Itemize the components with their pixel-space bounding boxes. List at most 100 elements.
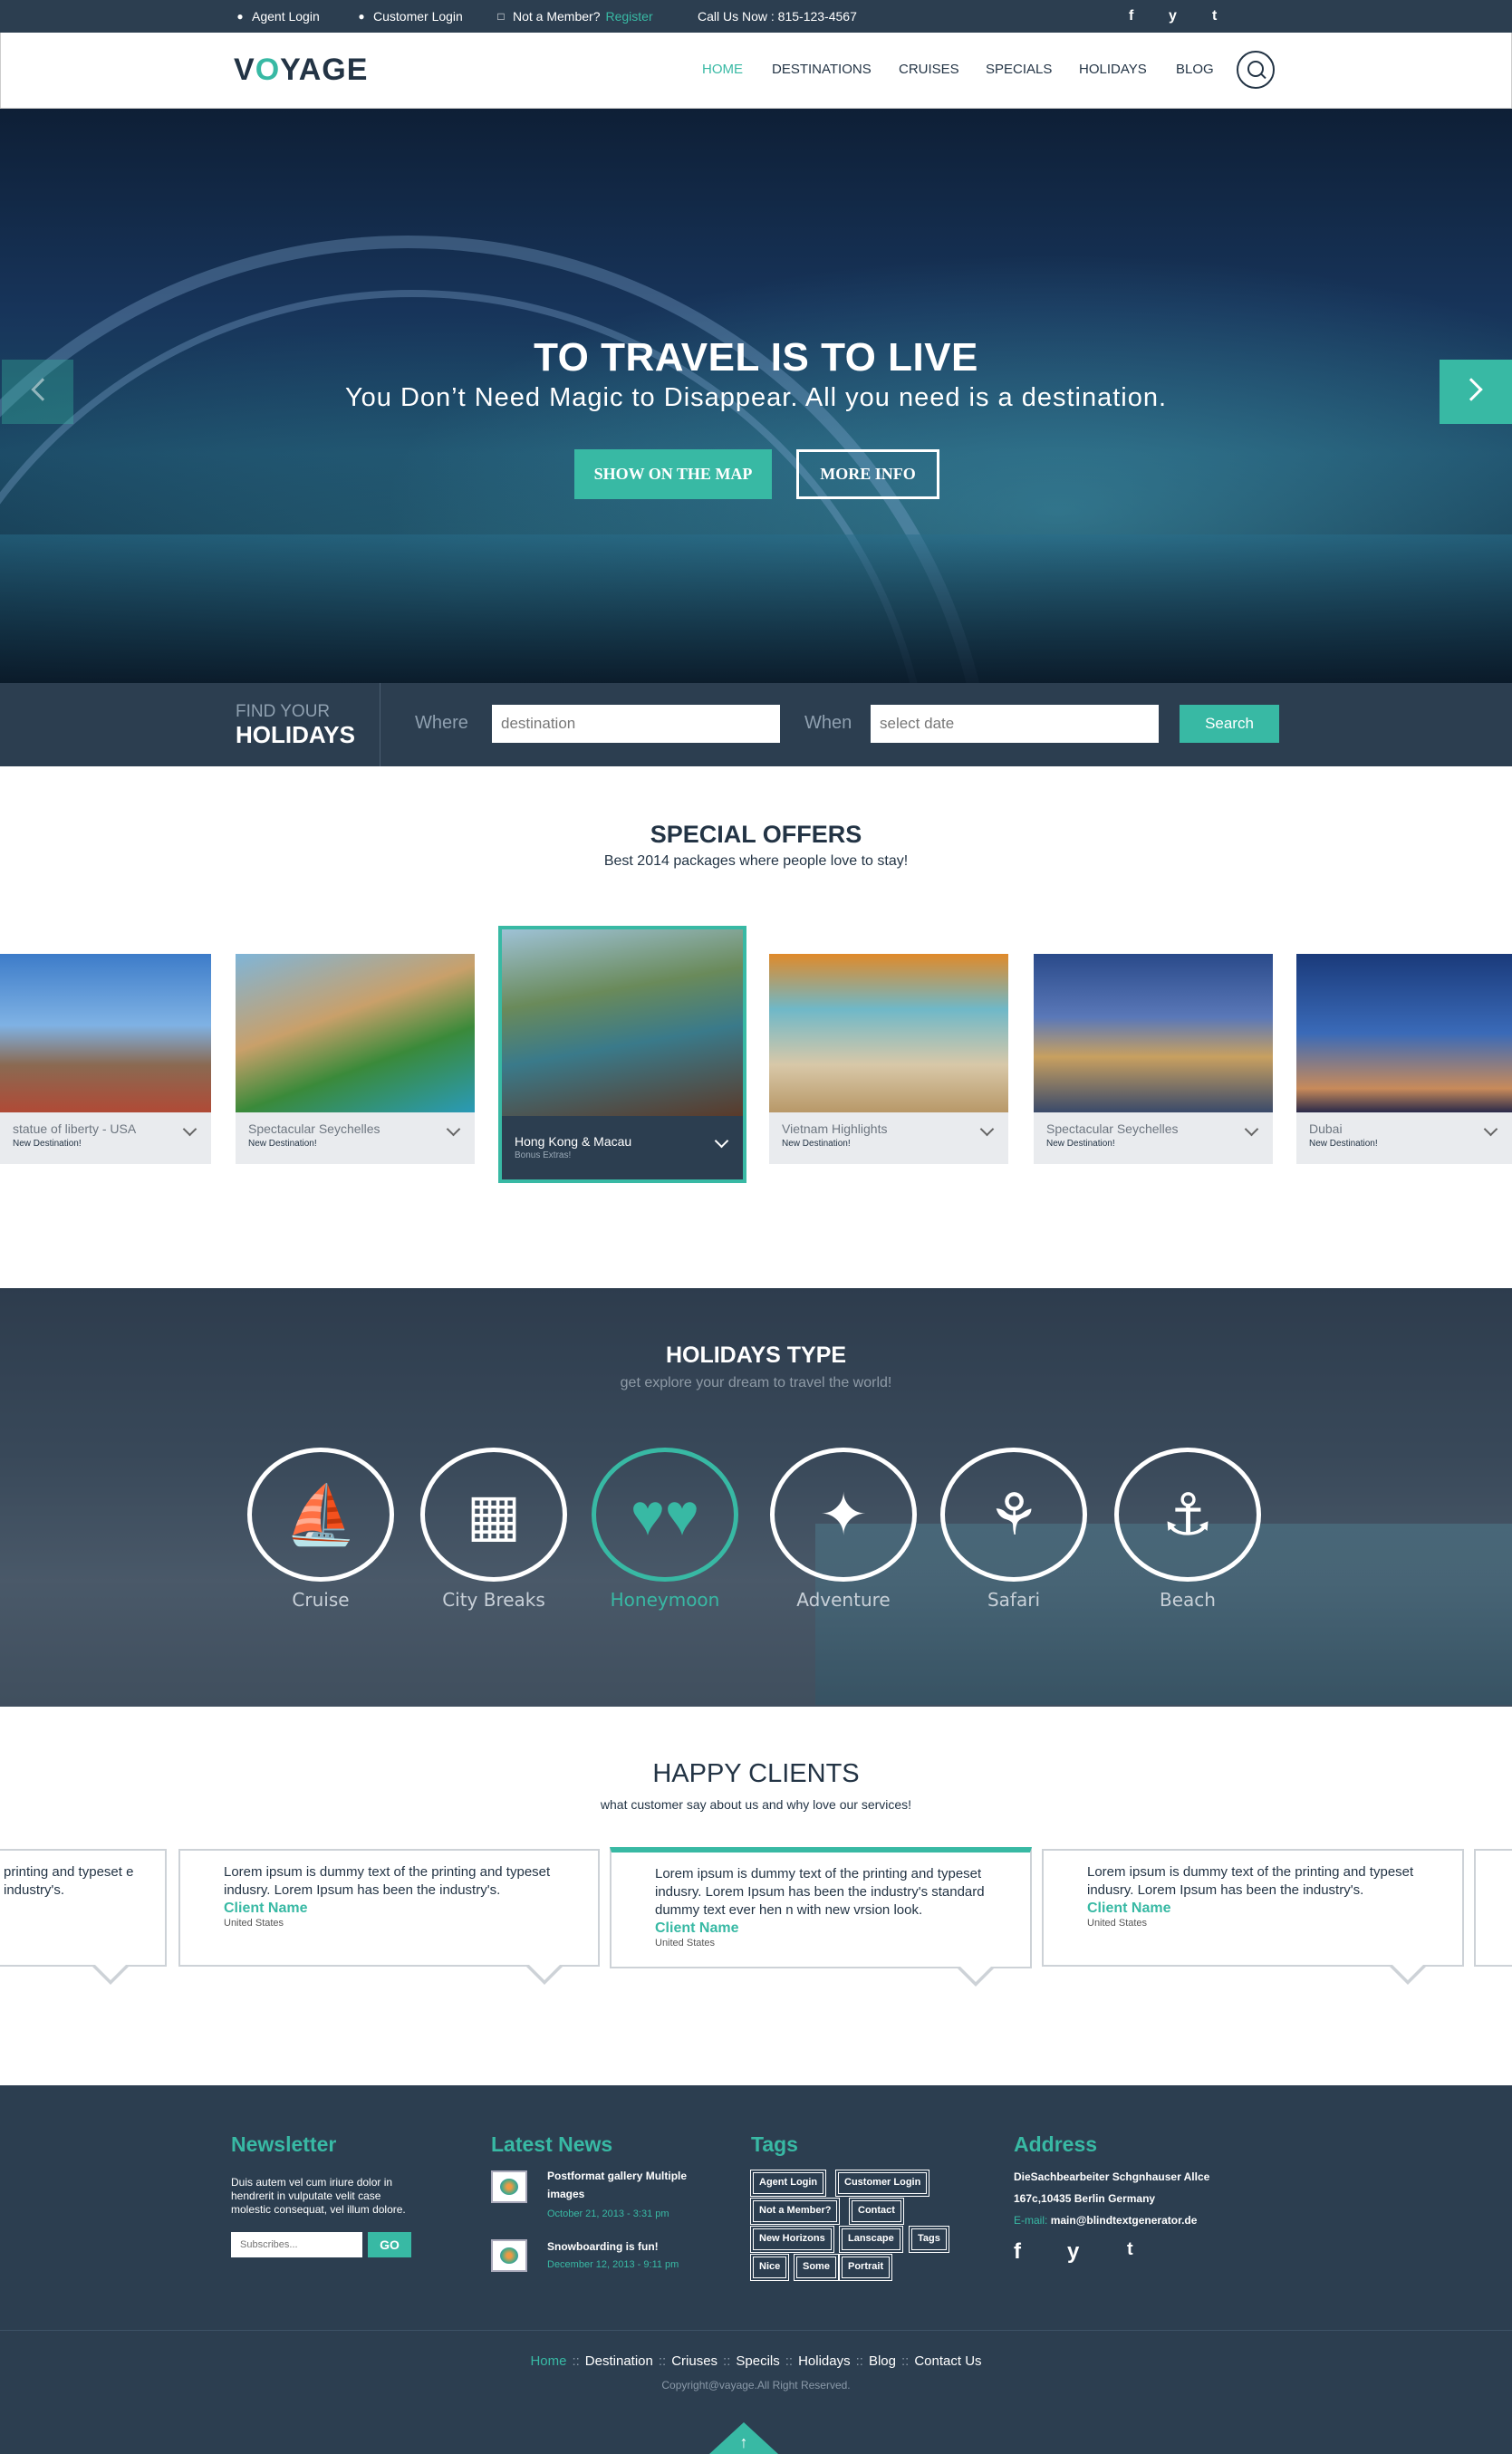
tag-link[interactable]: Agent Login [749,2170,827,2197]
testimonial-card-active: Lorem ipsum is dummy text of the printin… [610,1847,1032,1987]
user-icon: ● [236,10,244,23]
link-separator: :: [658,2353,667,2369]
holiday-type-beach[interactable]: ⚓ Beach [1114,1448,1261,1611]
chevron-down-icon[interactable] [446,1121,461,1137]
offer-card[interactable]: Spectacular Seychelles New Destination! [236,954,475,1164]
holiday-type-circle: ⚓ [1114,1448,1261,1582]
email-link[interactable]: main@blindtextgenerator.de [1051,2214,1198,2227]
footer-link-holidays[interactable]: Holidays [798,2353,851,2369]
more-info-button[interactable]: MORE INFO [796,449,939,499]
testimonial-card: Lorem ipsum is dummy text of the printin… [1042,1849,1464,1985]
nav-specials[interactable]: SPECIALS [986,62,1052,77]
offer-card-active[interactable]: Hong Kong & Macau Bonus Extras! [498,926,746,1183]
date-input[interactable] [871,705,1159,743]
nav-holidays[interactable]: HOLIDAYS [1079,62,1147,77]
news-title-link[interactable]: Postformat gallery Multiple images [547,2167,692,2203]
footer-link-cruises[interactable]: Criuses [671,2353,717,2369]
footer-link-contact[interactable]: Contact Us [914,2353,981,2369]
chevron-down-icon[interactable] [1244,1121,1259,1137]
tumblr-icon[interactable]: t [1127,2239,1133,2260]
register-link[interactable]: Register [605,0,652,33]
link-separator: :: [855,2353,863,2369]
happy-clients-subtitle: what customer say about us and why love … [600,1797,912,1812]
buildings-icon: ▦ [466,1481,522,1547]
news-title-link[interactable]: Snowboarding is fun! [547,2237,659,2256]
tag-link[interactable]: Lanscape [839,2226,903,2253]
holiday-type-circle: ▦ [420,1448,567,1582]
holiday-type-circle: ⚘ [940,1448,1087,1582]
logo-text-start: V [234,53,255,87]
find-label-big: HOLIDAYS [236,721,355,748]
nav-cruises[interactable]: CRUISES [899,62,959,77]
news-thumbnail[interactable] [491,2170,527,2203]
holidays-type-section: HOLIDAYS TYPE get explore your dream to … [0,1288,1512,1707]
tag-link[interactable]: Nice [749,2254,790,2281]
holiday-type-circle: ♥♥ [592,1448,738,1582]
client-name: Client Name [1087,1901,1171,1916]
show-on-map-button[interactable]: SHOW ON THE MAP [574,449,772,499]
holiday-type-cruise[interactable]: ⛵ Cruise [247,1448,394,1611]
holiday-type-safari[interactable]: ⚘ Safari [940,1448,1087,1611]
offer-card[interactable]: statue of liberty - USA New Destination! [0,954,211,1164]
logo[interactable]: VOYAGE [234,53,368,88]
subscribe-input[interactable] [231,2232,362,2257]
holiday-type-label: Beach [1160,1589,1216,1611]
tag-link[interactable]: Some [794,2254,839,2281]
logo-text-end: YAGE [280,53,369,87]
nav-home[interactable]: HOME [702,62,743,77]
address-line: DieSachbearbeiter Schgnhauser Allce [1014,2170,1210,2183]
twitter-icon[interactable]: y [1067,2239,1079,2265]
chevron-down-icon[interactable] [182,1121,197,1137]
footer: Newsletter Duis autem vel cum iriure dol… [0,2085,1512,2454]
tumblr-icon[interactable]: t [1212,0,1217,33]
twitter-icon[interactable]: y [1169,0,1177,33]
nav-destinations[interactable]: DESTINATIONS [772,62,872,77]
tag-link[interactable]: New Horizons [750,2226,834,2253]
search-button[interactable]: Search [1180,705,1279,743]
nav-blog[interactable]: BLOG [1176,62,1214,77]
tag-link[interactable]: Customer Login [834,2170,930,2197]
offer-card[interactable]: Spectacular Seychelles New Destination! [1034,954,1273,1164]
footer-link-specials[interactable]: Specils [736,2353,779,2369]
holidays-type-subtitle: get explore your dream to travel the wor… [620,1375,892,1391]
search-icon[interactable] [1237,51,1275,89]
news-thumbnail[interactable] [491,2239,527,2272]
footer-link-home[interactable]: Home [530,2353,566,2369]
holiday-type-adventure[interactable]: ✦ Adventure [770,1448,917,1611]
tag-link[interactable]: Tags [909,2226,949,2253]
hero-subtitle: You Don’t Need Magic to Disappear. All y… [344,383,1168,412]
offer-name: Vietnam Highlights [782,1121,888,1136]
address-line: 167c,10435 Berlin Germany [1014,2192,1156,2205]
holiday-type-honeymoon[interactable]: ♥♥ Honeymoon [592,1448,738,1611]
agent-login-link[interactable]: ● Agent Login [234,0,319,33]
chevron-down-icon[interactable] [1483,1121,1498,1137]
subscribe-go-button[interactable]: GO [368,2232,411,2257]
customer-login-label: Customer Login [373,9,463,24]
offer-card[interactable]: Vietnam Highlights New Destination! [769,954,1008,1164]
client-name: Client Name [224,1901,308,1916]
call-us: Call Us Now : 815-123-4567 [698,9,857,24]
arrow-up-icon: ↑ [739,2433,748,2451]
facebook-icon[interactable]: f [1014,2239,1021,2265]
facebook-icon[interactable]: f [1129,0,1133,33]
testimonial-body: Lorem ipsum is dummy text of the printin… [655,1865,1003,1949]
chevron-down-icon[interactable] [714,1133,729,1149]
customer-login-link[interactable]: ● Customer Login [355,0,463,33]
tag-link[interactable]: Not a Member? [749,2198,841,2225]
link-separator: :: [901,2353,910,2369]
offer-card[interactable]: Dubai New Destination! [1296,954,1512,1164]
speedboat-icon: ⚓ [1161,1481,1214,1547]
holiday-type-city-breaks[interactable]: ▦ City Breaks [420,1448,567,1611]
destination-input[interactable] [492,705,780,743]
footer-links: Home:: Destination:: Criuses:: Specils:: Hol… [0,2353,1512,2369]
chevron-down-icon[interactable] [979,1121,995,1137]
holiday-type-circle: ⛵ [247,1448,394,1582]
client-country: United States [224,1918,284,1929]
footer-link-destination[interactable]: Destination [585,2353,653,2369]
footer-link-blog[interactable]: Blog [869,2353,896,2369]
tag-link[interactable]: Portrait [838,2254,893,2281]
offer-tag: New Destination! [13,1139,82,1149]
tag-link[interactable]: Contact [849,2198,904,2225]
hero-title: TO TRAVEL IS TO LIVE [534,335,978,380]
footer-divider [0,2330,1512,2331]
